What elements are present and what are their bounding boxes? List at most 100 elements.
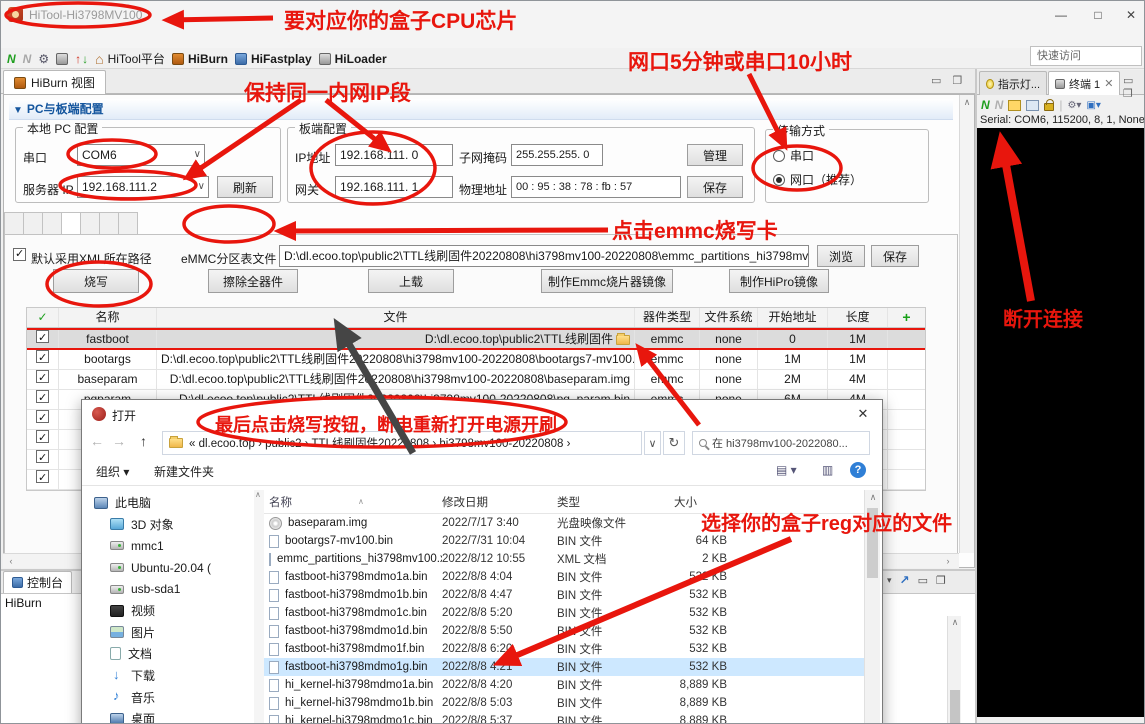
partition-row[interactable]: bootargs D:\dl.ecoo.top\public2\TTL线刷固件2… [27, 350, 925, 370]
sidebar-item[interactable]: 下载 [88, 665, 252, 687]
dialog-close-icon[interactable]: ✕ [852, 405, 874, 423]
terminal-settings-dropdown-icon[interactable]: ⚙▾ [1067, 100, 1081, 111]
sidebar-item[interactable]: mmc1 [88, 535, 252, 557]
console-scrollbar[interactable]: ∧ [947, 616, 961, 724]
partition-row[interactable]: fastboot D:\dl.ecoo.top\public2\TTL线刷固件 … [27, 328, 925, 350]
burn-tab[interactable] [4, 212, 24, 235]
burn-tab[interactable] [43, 212, 62, 235]
network-radio[interactable]: 网口（推荐） [773, 171, 862, 188]
updown-transfer-icon[interactable]: ↑↓ [75, 52, 88, 66]
burn-tab[interactable] [81, 212, 100, 235]
pc-board-config-section[interactable]: ▼PC与板端配置 [9, 99, 953, 120]
hiburn-button[interactable]: HiBurn [172, 52, 228, 66]
console-tab[interactable]: 控制台 [3, 571, 72, 593]
help-icon[interactable]: ? [850, 462, 866, 478]
connect-icon[interactable]: N [7, 52, 16, 66]
partition-row[interactable]: baseparam D:\dl.ecoo.top\public2\TTL线刷固件… [27, 370, 925, 390]
view-minimize-maximize-icons[interactable]: ▭ ❐ [931, 74, 966, 87]
burn-tab[interactable] [62, 212, 81, 235]
file-row[interactable]: fastboot-hi3798mdmo1a.bin 2022/8/8 4:04 … [264, 568, 864, 586]
sidebar-item[interactable]: 文档 [88, 643, 252, 665]
manage-button[interactable]: 管理 [687, 144, 743, 166]
terminal-screen[interactable] [977, 128, 1145, 717]
file-row[interactable]: hi_kernel-hi3798mdmo1b.bin 2022/8/8 5:03… [264, 694, 864, 712]
settings-icon[interactable]: ⚙ [38, 52, 49, 66]
refresh-icon[interactable]: ↻ [663, 431, 685, 455]
console-dropdown-icon[interactable]: ▾ [887, 575, 892, 586]
organize-button[interactable]: 组织 ▾ [96, 463, 129, 480]
gateway-field[interactable]: 192.168.111. 1 [335, 176, 453, 198]
search-input[interactable]: 在 hi3798mv100-2022080... [692, 431, 870, 455]
col-fs[interactable]: 文件系统 [700, 308, 758, 327]
editor-vertical-scrollbar[interactable]: ∧ [959, 95, 974, 553]
subnet-mask-field[interactable]: 255.255.255. 0 [511, 144, 603, 166]
back-icon[interactable]: ← [90, 433, 104, 449]
col-date[interactable]: 修改日期 [442, 494, 557, 510]
row-checkbox[interactable] [36, 390, 49, 403]
sidebar-item[interactable]: 视频 [88, 600, 252, 622]
row-checkbox[interactable] [36, 330, 49, 343]
save-xml-button[interactable]: 保存 [871, 245, 919, 267]
new-terminal-dropdown-icon[interactable]: ▣▾ [1086, 100, 1100, 111]
scroll-lock-icon[interactable] [1044, 103, 1054, 111]
col-length[interactable]: 长度 [828, 308, 888, 327]
hiloader-button[interactable]: HiLoader [319, 52, 387, 66]
sidebar-item[interactable]: 3D 对象 [88, 514, 252, 536]
new-folder-button[interactable]: 新建文件夹 [154, 463, 214, 480]
transfer-icon[interactable] [56, 53, 68, 65]
sidebar-item[interactable]: 图片 [88, 622, 252, 644]
console-maximize-icon[interactable]: ❐ [936, 574, 946, 587]
terminal-properties-icon[interactable] [1008, 100, 1021, 111]
breadcrumb-dropdown-icon[interactable]: ∨ [644, 431, 661, 455]
sidebar-item[interactable]: 音乐 [88, 686, 252, 708]
quick-access-box[interactable]: 快速访问 [1030, 46, 1142, 66]
file-row[interactable]: emmc_partitions_hi3798mv100.xml 2022/8/1… [264, 550, 864, 568]
scroll-up-icon[interactable]: ∧ [866, 491, 880, 505]
make-hipro-image-button[interactable]: 制作HiPro镜像 [729, 269, 829, 293]
scroll-up-icon[interactable]: ∧ [255, 490, 261, 499]
refresh-button[interactable]: 刷新 [217, 176, 273, 198]
file-row[interactable]: hi_kernel-hi3798mdmo1a.bin 2022/8/8 4:20… [264, 676, 864, 694]
browse-button[interactable]: 浏览 [817, 245, 865, 267]
disconnect-icon[interactable]: N [23, 52, 32, 66]
up-icon[interactable]: ↑ [140, 433, 147, 449]
col-file[interactable]: 文件 [157, 308, 635, 327]
indicator-tab[interactable]: 指示灯... [979, 71, 1047, 95]
xml-path-checkbox[interactable] [13, 248, 26, 261]
row-checkbox[interactable] [36, 450, 49, 463]
burn-tab[interactable] [119, 212, 138, 235]
sidebar-item[interactable]: 桌面 [88, 708, 252, 724]
console-export-icon[interactable]: ↗ [900, 573, 910, 587]
sidebar-item[interactable]: 此电脑 [88, 492, 252, 514]
sidebar-item[interactable]: usb-sda1 [88, 578, 252, 600]
server-ip-select[interactable]: 192.168.111.2 [77, 176, 209, 198]
console-minimize-icon[interactable]: ▭ [918, 574, 928, 587]
board-ip-field[interactable]: 192.168.111. 0 [335, 144, 453, 166]
make-emmc-image-button[interactable]: 制作Emmc烧片器镜像 [541, 269, 673, 293]
tab-close-icon[interactable]: ✕ [1104, 77, 1113, 90]
serial-port-select[interactable]: COM6 [77, 144, 205, 166]
view-mode-icon[interactable]: ▤ ▾ [776, 463, 797, 477]
file-row[interactable]: fastboot-hi3798mdmo1b.bin 2022/8/8 4:47 … [264, 586, 864, 604]
check-all-icon[interactable]: ✓ [27, 308, 59, 327]
row-checkbox[interactable] [36, 470, 49, 483]
scrollbar-thumb[interactable] [950, 690, 960, 724]
close-button[interactable]: ✕ [1116, 5, 1145, 25]
add-partition-icon[interactable]: + [888, 308, 925, 327]
mac-address-field[interactable]: 00 : 95 : 38 : 78 : fb : 57 [511, 176, 681, 198]
hifastplay-button[interactable]: HiFastplay [235, 52, 312, 66]
file-row[interactable]: fastboot-hi3798mdmo1d.bin 2022/8/8 5:50 … [264, 622, 864, 640]
burn-tab[interactable] [100, 212, 119, 235]
scroll-up-icon[interactable]: ∧ [960, 96, 974, 110]
col-name[interactable]: 名称∧ [264, 494, 442, 510]
col-start[interactable]: 开始地址 [758, 308, 828, 327]
terminal-tab[interactable]: 终端 1 ✕ [1048, 71, 1120, 95]
serial-radio[interactable]: 串口 [773, 147, 814, 164]
file-row[interactable]: fastboot-hi3798mdmo1c.bin 2022/8/8 5:20 … [264, 604, 864, 622]
board-save-button[interactable]: 保存 [687, 176, 743, 198]
burn-tab[interactable] [24, 212, 43, 235]
erase-all-button[interactable]: 擦除全器件 [208, 269, 298, 293]
scroll-up-icon[interactable]: ∧ [948, 616, 962, 630]
hiburn-view-tab[interactable]: HiBurn 视图 [3, 70, 106, 94]
col-name[interactable]: 名称 [59, 308, 157, 327]
